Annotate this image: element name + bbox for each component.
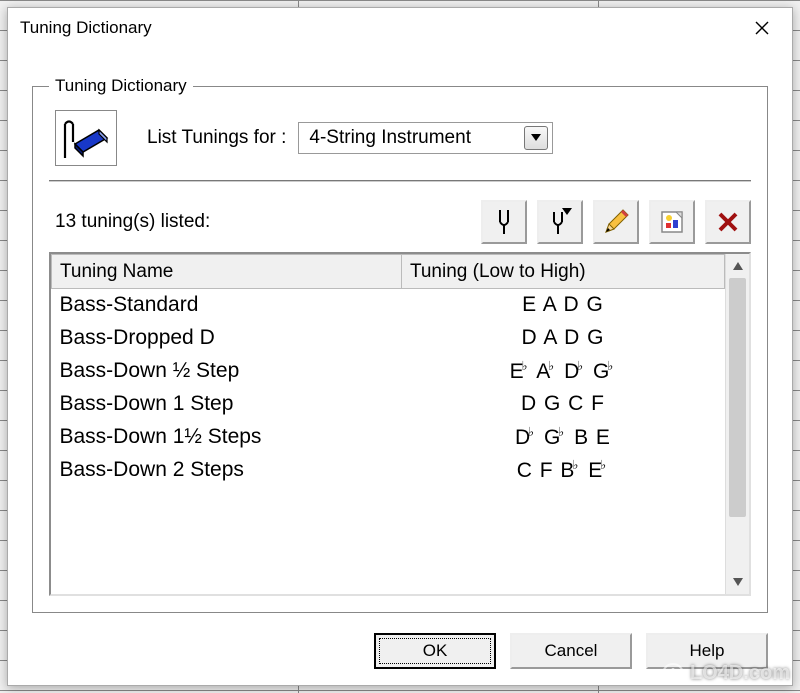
- col-tuning-notes[interactable]: Tuning (Low to High): [401, 255, 724, 289]
- dialog-client-area: Tuning Dictionary List Tunings for :: [8, 48, 792, 685]
- table-row[interactable]: Bass-Down 1 StepD G C F: [52, 388, 725, 421]
- col-tuning-name[interactable]: Tuning Name: [52, 255, 402, 289]
- list-tunings-label: List Tunings for :: [147, 127, 286, 149]
- window-title: Tuning Dictionary: [20, 18, 740, 38]
- watermark-text: LO4D.com: [690, 662, 790, 685]
- tunings-table-container: Tuning Name Tuning (Low to High) Bass-St…: [49, 252, 751, 596]
- titlebar: Tuning Dictionary: [8, 8, 792, 48]
- tuning-notes-cell: E A D G: [401, 289, 724, 322]
- tuning-name-cell: Bass-Dropped D: [52, 322, 402, 355]
- instrument-selected-text: 4-String Instrument: [309, 127, 518, 149]
- table-row[interactable]: Bass-Dropped DD A D G: [52, 322, 725, 355]
- groupbox-legend: Tuning Dictionary: [49, 76, 193, 96]
- delete-x-icon: [717, 211, 739, 233]
- vertical-scrollbar[interactable]: [725, 254, 749, 594]
- tuning-notes-cell: D♭ G♭ B E: [401, 421, 724, 454]
- tuning-name-cell: Bass-Down 1 Step: [52, 388, 402, 421]
- tunings-count-label: 13 tuning(s) listed:: [49, 211, 471, 233]
- tuning-fork-icon: [494, 208, 514, 236]
- tuning-notes-cell: D A D G: [401, 322, 724, 355]
- close-icon: [755, 21, 769, 35]
- delete-tuning-button[interactable]: [705, 200, 751, 244]
- select-tuning-button[interactable]: [537, 200, 583, 244]
- tunings-table[interactable]: Tuning Name Tuning (Low to High) Bass-St…: [51, 254, 725, 594]
- table-row[interactable]: Bass-StandardE A D G: [52, 289, 725, 322]
- scroll-thumb[interactable]: [729, 278, 746, 517]
- scroll-down-button[interactable]: [726, 570, 749, 594]
- separator: [49, 180, 751, 182]
- tuning-dictionary-dialog: Tuning Dictionary Tuning Dictionary: [7, 7, 793, 686]
- tuning-properties-button[interactable]: [649, 200, 695, 244]
- properties-icon: [659, 209, 685, 235]
- edit-tuning-button[interactable]: [593, 200, 639, 244]
- watermark: LO4D.com: [662, 662, 790, 685]
- tuning-name-cell: Bass-Down 1½ Steps: [52, 421, 402, 454]
- tuning-notes-cell: D G C F: [401, 388, 724, 421]
- tuning-dictionary-group: Tuning Dictionary List Tunings for :: [32, 76, 768, 613]
- tuning-fork-book-icon: [61, 116, 111, 160]
- chevron-down-icon: [524, 126, 548, 150]
- tuning-name-cell: Bass-Standard: [52, 289, 402, 322]
- scroll-track[interactable]: [726, 278, 749, 570]
- scroll-up-button[interactable]: [726, 254, 749, 278]
- toolbar-row: 13 tuning(s) listed:: [49, 200, 751, 244]
- instrument-selector-row: List Tunings for : 4-String Instrument: [49, 110, 751, 166]
- tuning-name-cell: Bass-Down ½ Step: [52, 355, 402, 388]
- chevron-down-icon: [733, 578, 743, 586]
- edit-pencil-icon: [603, 209, 629, 235]
- cancel-button[interactable]: Cancel: [510, 633, 632, 669]
- tuning-notes-cell: E♭ A♭ D♭ G♭: [401, 355, 724, 388]
- tuning-notes-cell: C F B♭ E♭: [401, 454, 724, 487]
- chevron-up-icon: [733, 262, 743, 270]
- tuning-name-cell: Bass-Down 2 Steps: [52, 454, 402, 487]
- close-button[interactable]: [740, 12, 784, 44]
- dictionary-icon-box: [55, 110, 117, 166]
- tuning-fork-pick-icon: [548, 208, 572, 236]
- instrument-combo[interactable]: 4-String Instrument: [298, 122, 553, 154]
- ok-button[interactable]: OK: [374, 633, 496, 669]
- download-icon: [662, 663, 684, 685]
- table-row[interactable]: Bass-Down ½ StepE♭ A♭ D♭ G♭: [52, 355, 725, 388]
- new-tuning-button[interactable]: [481, 200, 527, 244]
- table-row[interactable]: Bass-Down 2 StepsC F B♭ E♭: [52, 454, 725, 487]
- dialog-button-row: OK Cancel Help: [32, 633, 768, 669]
- table-row[interactable]: Bass-Down 1½ StepsD♭ G♭ B E: [52, 421, 725, 454]
